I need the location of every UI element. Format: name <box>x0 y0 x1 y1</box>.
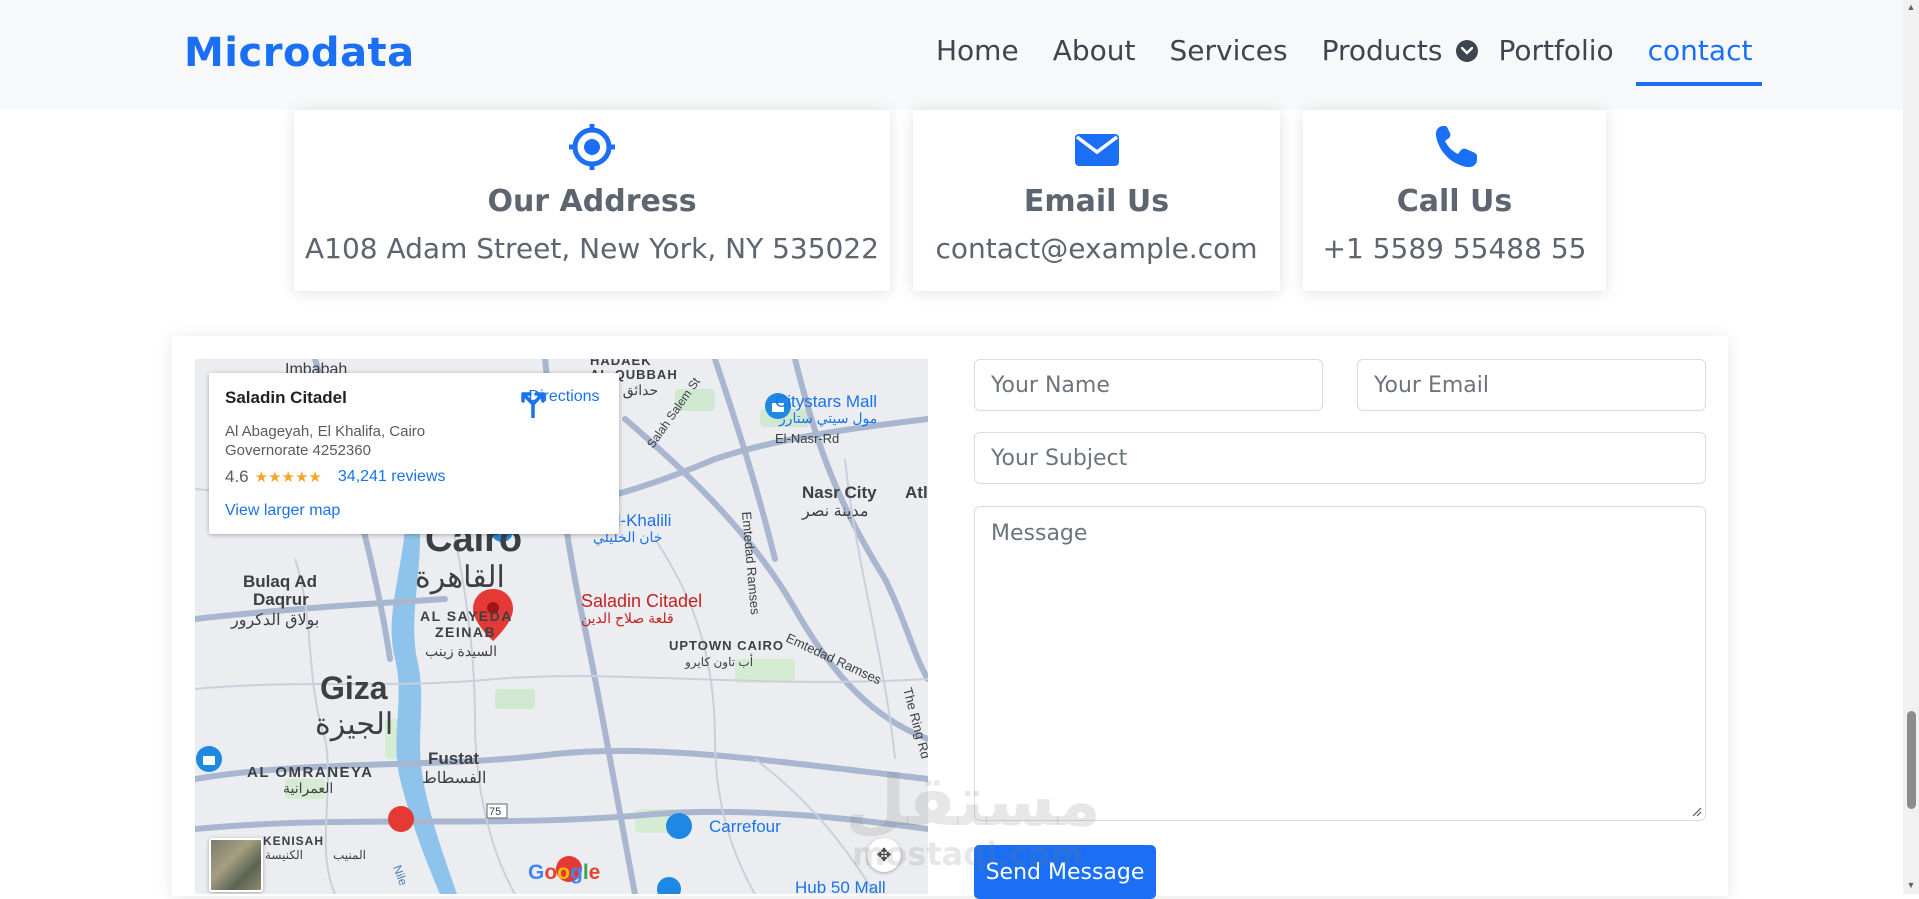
svg-text:Daqrur: Daqrur <box>253 590 309 609</box>
svg-text:Fustat: Fustat <box>428 749 479 768</box>
nav-contact[interactable]: contact <box>1635 34 1763 86</box>
svg-text:Nile: Nile <box>390 863 410 888</box>
svg-text:السيدة زينب: السيدة زينب <box>425 643 497 660</box>
svg-text:Nasr City: Nasr City <box>802 483 877 502</box>
svg-text:AL SAYEDA: AL SAYEDA <box>420 608 513 624</box>
address-card: Our Address A108 Adam Street, New York, … <box>294 110 890 291</box>
svg-text:القاهرة: القاهرة <box>415 561 505 595</box>
svg-text:UPTOWN CAIRO: UPTOWN CAIRO <box>669 638 784 653</box>
svg-text:مول سيتي ستارز: مول سيتي ستارز <box>778 410 877 427</box>
svg-text:الفسطاط: الفسطاط <box>422 770 486 787</box>
star-rating-icon: ★★★★★ <box>254 469 322 486</box>
card-title: Our Address <box>487 184 697 219</box>
cart-icon <box>666 813 692 839</box>
svg-text:Emtedad Ramses: Emtedad Ramses <box>739 511 763 616</box>
phone-icon <box>1303 122 1606 172</box>
svg-text:Bulaq Ad: Bulaq Ad <box>243 572 317 591</box>
svg-text:الجيزة: الجيزة <box>315 708 393 742</box>
card-value: A108 Adam Street, New York, NY 535022 <box>305 232 879 265</box>
email-card: Email Us contact@example.com <box>913 110 1280 291</box>
rating-value: 4.6 <box>225 467 249 486</box>
main-nav: Home About Services Products Portfolio c… <box>936 34 1786 86</box>
svg-text:Hub 50 Mall: Hub 50 Mall <box>795 878 886 894</box>
svg-text:Saladin Citadel: Saladin Citadel <box>581 591 702 611</box>
card-title: Email Us <box>1023 184 1170 219</box>
nav-portfolio[interactable]: Portfolio <box>1498 34 1613 67</box>
satellite-toggle[interactable] <box>209 838 263 892</box>
brand-logo[interactable]: Microdata <box>184 30 415 76</box>
subject-input[interactable]: Your Subject <box>974 432 1706 484</box>
svg-text:Atl: Atl <box>905 483 928 502</box>
svg-text:أب تاون كايرو: أب تاون كايرو <box>684 654 753 669</box>
watermark-url: mostaql.com <box>852 835 1084 873</box>
svg-text:KENISAH: KENISAH <box>263 834 324 848</box>
svg-text:العمرانية: العمرانية <box>283 780 333 797</box>
name-input[interactable]: Your Name <box>974 359 1323 411</box>
chevron-down-icon[interactable] <box>1456 39 1479 62</box>
card-value: contact@example.com <box>935 232 1258 265</box>
view-larger-map-link[interactable]: View larger map <box>225 502 340 520</box>
site-header: Microdata Home About Services Products P… <box>0 0 1903 110</box>
scroll-up-icon[interactable]: ▲ <box>1906 2 1916 12</box>
svg-text:Carrefour: Carrefour <box>709 817 781 836</box>
svg-text:El-Nasr-Rd: El-Nasr-Rd <box>775 431 839 446</box>
location-crosshair-icon <box>294 122 890 172</box>
reviews-link[interactable]: 34,241 reviews <box>338 468 446 486</box>
card-title: Call Us <box>1396 184 1513 219</box>
place-info-card: Saladin Citadel Al Abageyah, El Khalifa,… <box>209 373 619 534</box>
svg-text:Emtedad Ramses: Emtedad Ramses <box>784 630 884 687</box>
google-logo: Google <box>528 861 601 884</box>
directions-icon <box>521 392 545 418</box>
scroll-down-icon[interactable]: ▼ <box>1906 880 1916 890</box>
watermark: مستقل <box>845 760 1102 842</box>
nav-about[interactable]: About <box>1053 34 1136 67</box>
svg-text:Citystars Mall: Citystars Mall <box>775 392 877 411</box>
envelope-icon <box>913 122 1280 172</box>
svg-text:The Ring Rd: The Ring Rd <box>900 686 928 760</box>
svg-text:مدينة نصر: مدينة نصر <box>801 503 868 520</box>
email-input[interactable]: Your Email <box>1357 359 1706 411</box>
nav-home[interactable]: Home <box>936 34 1019 67</box>
place-address: Al Abageyah, El Khalifa, Cairo Governora… <box>225 423 426 459</box>
place-rating: 4.6 ★★★★★ 34,241 reviews <box>225 467 446 487</box>
nav-products[interactable]: Products <box>1322 34 1443 67</box>
svg-text:ZEINAB: ZEINAB <box>435 624 496 640</box>
google-map[interactable]: Imbabah HADAEK AL-QUBBAH حدائق الق El-Na… <box>195 359 928 894</box>
place-name: Saladin Citadel <box>225 388 347 407</box>
directions-button[interactable]: Directions <box>519 388 609 418</box>
svg-text:قلعة صلاح الدين: قلعة صلاح الدين <box>581 610 674 627</box>
svg-text:بولاق الدكرور: بولاق الدكرور <box>230 612 319 629</box>
nav-services[interactable]: Services <box>1169 34 1287 67</box>
svg-text:75: 75 <box>489 806 501 818</box>
resize-handle-icon[interactable] <box>1692 807 1702 817</box>
message-placeholder: Message <box>991 521 1088 546</box>
hospital-icon <box>388 806 414 832</box>
svg-text:AL OMRANEYA: AL OMRANEYA <box>247 764 374 781</box>
phone-card: Call Us +1 5589 55488 55 <box>1303 110 1606 291</box>
svg-text:المنيب: المنيب <box>333 848 366 862</box>
page-scrollbar[interactable]: ▲ ▼ <box>1903 0 1919 894</box>
card-value: +1 5589 55488 55 <box>1322 232 1587 265</box>
svg-text:Giza: Giza <box>320 670 388 706</box>
scroll-thumb[interactable] <box>1907 711 1916 809</box>
svg-text:الكنيسة: الكنيسة <box>265 848 303 862</box>
